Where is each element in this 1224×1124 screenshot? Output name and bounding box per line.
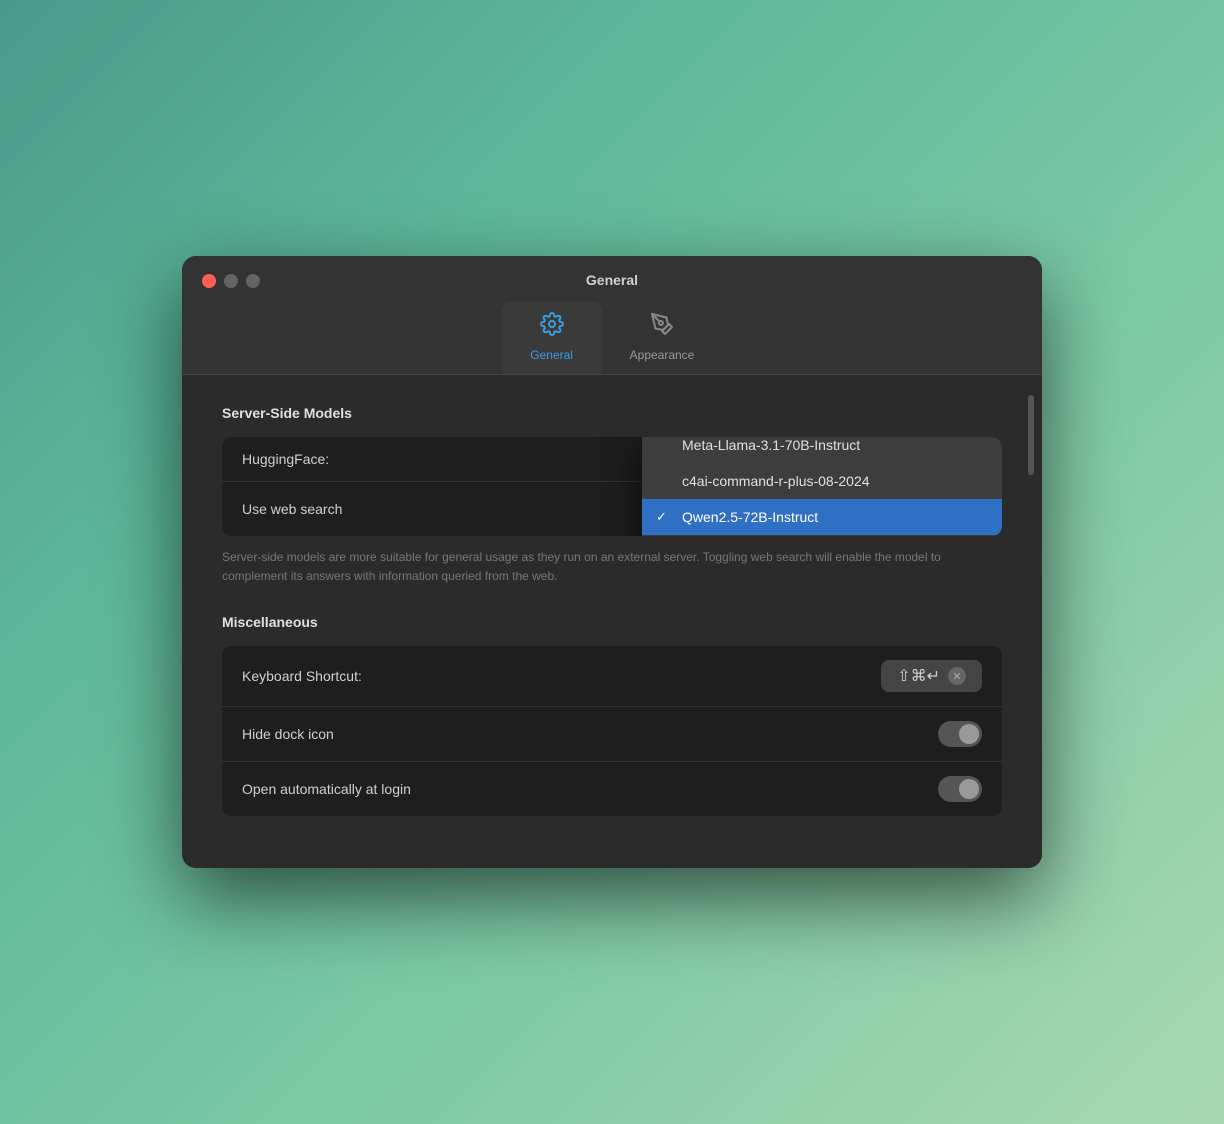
shortcut-value: ⇧⌘↵	[897, 666, 940, 686]
hide-dock-row: Hide dock icon	[222, 707, 1002, 762]
auto-login-label: Open automatically at login	[242, 781, 938, 797]
dropdown-item-1[interactable]: c4ai-command-r-plus-08-2024	[642, 463, 1002, 499]
minimize-button[interactable]	[224, 274, 238, 288]
server-side-models-title: Server-Side Models	[222, 405, 1002, 421]
dropdown-item-2[interactable]: Qwen2.5-72B-Instruct	[642, 499, 1002, 535]
miscellaneous-box: Keyboard Shortcut: ⇧⌘↵ ✕ Hide dock icon …	[222, 646, 1002, 816]
main-content: Server-Side Models HuggingFace: Meta-Lla…	[182, 375, 1042, 868]
gear-icon	[540, 312, 564, 342]
tab-appearance[interactable]: Appearance	[602, 302, 723, 374]
auto-login-toggle-knob	[959, 779, 979, 799]
tab-bar: General Appearance	[502, 302, 723, 374]
server-side-models-box: HuggingFace: Meta-Llama-3.1-70B-Instruct…	[222, 437, 1002, 536]
hide-dock-label: Hide dock icon	[242, 726, 938, 742]
scrollbar-track	[1028, 395, 1034, 848]
titlebar: General General	[182, 256, 1042, 374]
hide-dock-toggle[interactable]	[938, 721, 982, 747]
dropdown-item-0[interactable]: Meta-Llama-3.1-70B-Instruct	[642, 437, 1002, 463]
main-window: General General	[182, 256, 1042, 868]
tab-appearance-label: Appearance	[630, 348, 695, 362]
maximize-button[interactable]	[246, 274, 260, 288]
shortcut-badge[interactable]: ⇧⌘↵ ✕	[881, 660, 982, 692]
model-dropdown[interactable]: Meta-Llama-3.1-70B-Instruct c4ai-command…	[642, 437, 1002, 536]
scrollbar-thumb[interactable]	[1028, 395, 1034, 475]
window-title: General	[586, 272, 638, 288]
tab-general-label: General	[530, 348, 573, 362]
traffic-lights	[202, 274, 260, 288]
keyboard-shortcut-row: Keyboard Shortcut: ⇧⌘↵ ✕	[222, 646, 1002, 707]
auto-login-toggle[interactable]	[938, 776, 982, 802]
shortcut-clear-button[interactable]: ✕	[948, 667, 966, 685]
close-button[interactable]	[202, 274, 216, 288]
paintbrush-icon	[650, 312, 674, 342]
huggingface-row[interactable]: HuggingFace: Meta-Llama-3.1-70B-Instruct…	[222, 437, 1002, 482]
miscellaneous-title: Miscellaneous	[222, 614, 1002, 630]
keyboard-shortcut-label: Keyboard Shortcut:	[242, 668, 881, 684]
scrollbar[interactable]	[1028, 395, 1034, 848]
hide-dock-toggle-knob	[959, 724, 979, 744]
dropdown-item-3[interactable]: Hermes-3-Llama-3.1-8B	[642, 535, 1002, 536]
tab-general[interactable]: General	[502, 302, 602, 374]
auto-login-row: Open automatically at login	[222, 762, 1002, 816]
server-side-description: Server-side models are more suitable for…	[222, 548, 1002, 586]
